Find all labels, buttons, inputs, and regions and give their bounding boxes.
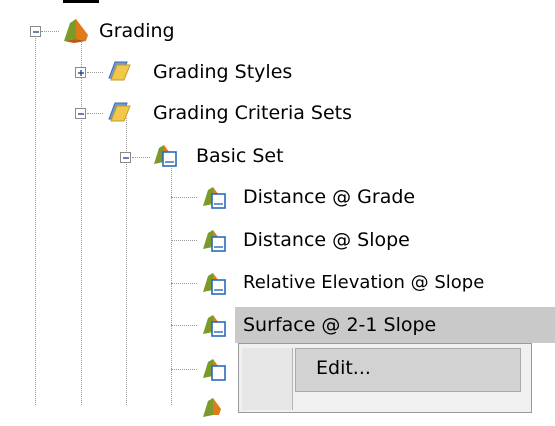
- collapse-toggle[interactable]: [75, 108, 86, 119]
- criteria-icon: [201, 270, 226, 295]
- tree-connector: [87, 113, 103, 114]
- folder-icon: [106, 99, 131, 123]
- criteria-icon: [201, 184, 226, 209]
- criteria-icon: [201, 395, 225, 419]
- plus-icon: [78, 70, 84, 76]
- tree-connector: [171, 283, 197, 284]
- menu-icon-gutter: [242, 348, 293, 410]
- tree-item-relative-elevation-slope[interactable]: Relative Elevation @ Slope: [243, 269, 484, 297]
- criteria-icon: [201, 227, 226, 252]
- tree-item-distance-grade[interactable]: Distance @ Grade: [243, 183, 415, 211]
- tree-item-grading[interactable]: Grading: [99, 17, 175, 45]
- minus-icon: [33, 31, 39, 33]
- criteria-set-icon: [152, 142, 177, 167]
- grading-folder-icon: [62, 17, 88, 43]
- tree-item-grading-styles[interactable]: Grading Styles: [153, 58, 292, 86]
- criteria-icon: [201, 312, 226, 337]
- tree-item-surface-2-1-slope[interactable]: Surface @ 2-1 Slope: [243, 311, 436, 339]
- tree-connector: [171, 369, 197, 370]
- menu-item-edit[interactable]: Edit...: [295, 348, 521, 392]
- minus-icon: [123, 157, 129, 159]
- tree-item-distance-slope[interactable]: Distance @ Slope: [243, 226, 410, 254]
- tree-connector: [41, 31, 59, 32]
- expand-toggle[interactable]: [75, 67, 86, 78]
- tree-item-grading-criteria-sets[interactable]: Grading Criteria Sets: [153, 99, 352, 127]
- tree-item-basic-set[interactable]: Basic Set: [196, 142, 284, 170]
- tree-guide-line: [81, 38, 82, 405]
- collapse-toggle[interactable]: [120, 152, 131, 163]
- collapse-toggle[interactable]: [30, 26, 41, 37]
- context-menu: Edit...: [238, 343, 532, 413]
- tree-guide-line: [35, 38, 36, 405]
- tree-connector: [171, 197, 197, 198]
- tree-connector: [171, 325, 197, 326]
- tree-connector: [87, 72, 103, 73]
- criteria-icon: [201, 356, 226, 381]
- tree-connector: [171, 240, 197, 241]
- folder-icon: [106, 58, 131, 82]
- minus-icon: [78, 113, 84, 115]
- menu-item-edit-label: Edit...: [316, 357, 371, 379]
- tree-connector: [132, 157, 150, 158]
- cropped-edge: [63, 0, 99, 7]
